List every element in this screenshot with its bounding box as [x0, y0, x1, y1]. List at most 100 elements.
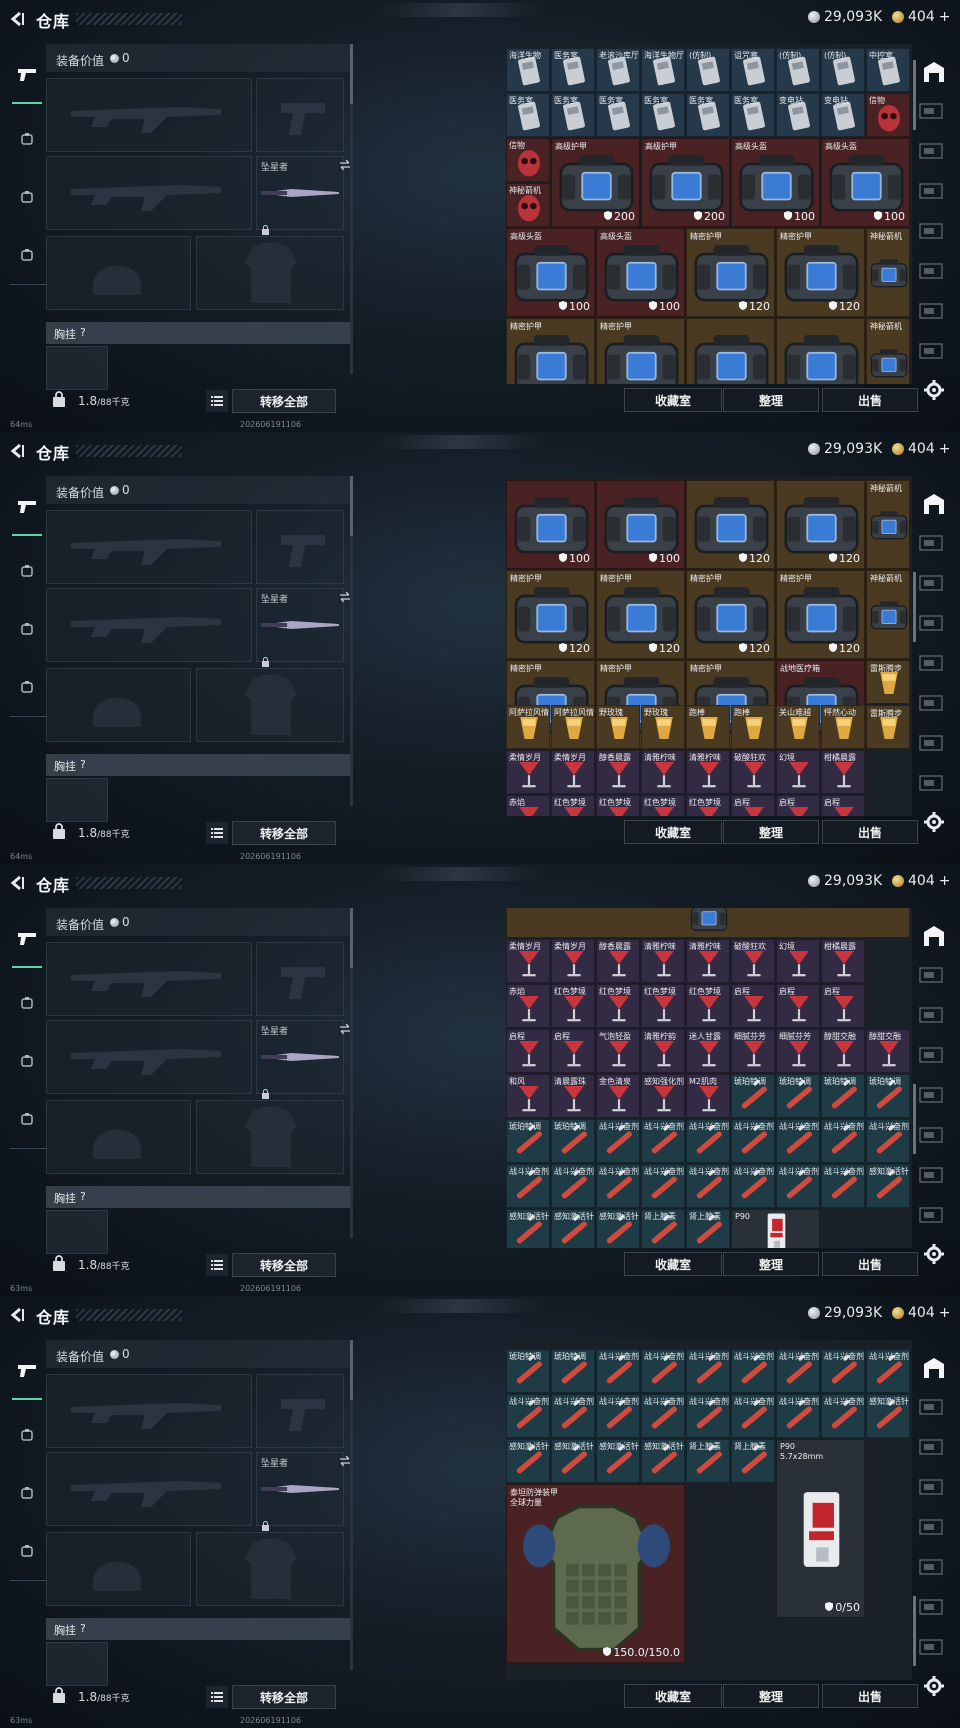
sort-button[interactable]: 整理: [723, 1684, 819, 1708]
list-view-button[interactable]: [206, 1686, 228, 1708]
inventory-item[interactable]: 战斗兴奋剂: [686, 1348, 730, 1393]
side-menu-icon[interactable]: [918, 1206, 948, 1224]
inventory-item[interactable]: 迷人甘露: [686, 1029, 730, 1073]
inventory-item[interactable]: 启程: [506, 1029, 550, 1073]
sort-button[interactable]: 整理: [723, 388, 819, 412]
inventory-item[interactable]: 精密护甲 120: [776, 228, 865, 317]
inventory-item[interactable]: 高级头盔 100: [506, 228, 595, 317]
side-menu-icon[interactable]: [918, 222, 948, 240]
inventory-item[interactable]: 精密护甲 120: [686, 228, 775, 317]
inventory-item[interactable]: 清雅柠味: [686, 939, 730, 983]
inventory-item[interactable]: 战斗兴奋剂: [731, 1348, 775, 1393]
inventory-item[interactable]: 肾上腺素: [731, 1438, 775, 1483]
sort-button[interactable]: 整理: [723, 1252, 819, 1276]
inventory-item[interactable]: 柔情岁月: [506, 750, 550, 794]
inventory-item[interactable]: 神秘箭机: [866, 570, 910, 659]
inventory-item[interactable]: 醇甜交融: [866, 1029, 910, 1073]
storage-icon[interactable]: [922, 1356, 946, 1380]
inventory-item[interactable]: 醇甜交融: [821, 1029, 865, 1073]
inventory-item[interactable]: 医务室: [731, 93, 775, 137]
inventory-item[interactable]: 怦然心动: [821, 705, 865, 749]
side-menu-icon[interactable]: [918, 654, 948, 672]
inventory-item[interactable]: 战斗兴奋剂: [821, 1393, 865, 1438]
inventory-item[interactable]: 醇香晨露: [596, 939, 640, 983]
collection-button[interactable]: 收藏室: [624, 820, 722, 844]
inventory-item[interactable]: 肾上腺素: [686, 1209, 730, 1248]
inventory-item[interactable]: 雷斯腾步: [866, 705, 910, 749]
inventory-item[interactable]: 红色梦境: [641, 984, 685, 1028]
inventory-item[interactable]: 战斗兴奋剂: [821, 1164, 865, 1208]
inventory-item[interactable]: 金色清泉: [596, 1074, 640, 1118]
inventory-item[interactable]: 琥珀特调: [731, 1074, 775, 1118]
inventory-item[interactable]: 细腻芬芳: [731, 1029, 775, 1073]
inventory-item[interactable]: 气泡轻盈: [596, 1029, 640, 1073]
inventory-item[interactable]: 清雅柠味: [641, 750, 685, 794]
chest-rig-slot[interactable]: [46, 346, 108, 390]
inventory-item[interactable]: (仿制): [821, 48, 865, 92]
sell-button[interactable]: 出售: [822, 388, 918, 412]
side-menu-icon[interactable]: [918, 574, 948, 592]
list-view-button[interactable]: [206, 822, 228, 844]
inventory-item[interactable]: 战斗兴奋剂: [641, 1164, 685, 1208]
inventory-item[interactable]: 医务室: [596, 93, 640, 137]
side-menu-icon[interactable]: [918, 1438, 948, 1456]
settings-gear-icon[interactable]: [924, 812, 946, 834]
inventory-item[interactable]: 赤焰: [506, 795, 550, 816]
tab-backpack[interactable]: [16, 676, 38, 698]
inventory-item[interactable]: 信物: [866, 93, 910, 137]
inventory-item[interactable]: 泰坦防弹装甲 全球力量 150.0/150.0: [506, 1483, 685, 1663]
primary-weapon-slot[interactable]: [46, 78, 252, 152]
collection-button[interactable]: 收藏室: [624, 388, 722, 412]
inventory-item[interactable]: 和风: [506, 1074, 550, 1118]
side-menu-icon[interactable]: [918, 1598, 948, 1616]
side-menu-icon[interactable]: [918, 1398, 948, 1416]
primary-weapon-slot[interactable]: [46, 942, 252, 1016]
inventory-item[interactable]: 肾上腺素: [686, 1438, 730, 1483]
inventory-item[interactable]: 感知激活针: [596, 1209, 640, 1248]
inventory-scrollbar[interactable]: [913, 572, 916, 642]
inventory-item[interactable]: 战斗兴奋剂: [866, 1348, 910, 1393]
inventory-item[interactable]: [506, 908, 910, 938]
inventory-item[interactable]: 精密护甲 120: [596, 570, 685, 659]
side-menu-icon[interactable]: [918, 342, 948, 360]
inventory-item[interactable]: 战斗兴奋剂: [506, 1393, 550, 1438]
tab-weapons[interactable]: [12, 48, 42, 104]
equipment-scrollbar[interactable]: [350, 476, 353, 806]
helmet-slot[interactable]: [46, 1532, 191, 1606]
inventory-scrollbar[interactable]: [913, 1596, 916, 1666]
tab-backpack[interactable]: [16, 1108, 38, 1130]
sell-button[interactable]: 出售: [822, 1684, 918, 1708]
transfer-all-button[interactable]: 转移全部: [232, 1685, 336, 1709]
gold-add-icon[interactable]: +: [939, 873, 951, 889]
inventory-item[interactable]: 红色梦境: [596, 795, 640, 816]
tab-armor[interactable]: [16, 186, 38, 208]
tab-weapons[interactable]: [12, 1344, 42, 1400]
inventory-item[interactable]: 战斗兴奋剂: [686, 1164, 730, 1208]
inventory-item[interactable]: 启程: [776, 984, 820, 1028]
secondary-weapon-slot[interactable]: [46, 588, 252, 662]
side-menu-icon[interactable]: [918, 734, 948, 752]
inventory-item[interactable]: 醇香晨露: [596, 750, 640, 794]
back-arrow-icon[interactable]: [8, 10, 26, 28]
storage-icon[interactable]: [922, 924, 946, 948]
inventory-item[interactable]: 战斗兴奋剂: [596, 1164, 640, 1208]
inventory-item[interactable]: 清雅柠韵: [641, 1029, 685, 1073]
settings-gear-icon[interactable]: [924, 1244, 946, 1266]
inventory-item[interactable]: 琥珀特调: [506, 1119, 550, 1163]
armor-slot[interactable]: [196, 236, 344, 310]
inventory-item[interactable]: 感知激活针: [506, 1438, 550, 1483]
inventory-item[interactable]: 幻境: [776, 939, 820, 983]
inventory-item[interactable]: 跑棒: [731, 705, 775, 749]
side-menu-icon[interactable]: [918, 1638, 948, 1656]
inventory-item[interactable]: 精密护甲 120: [776, 570, 865, 659]
transfer-all-button[interactable]: 转移全部: [232, 821, 336, 845]
inventory-item[interactable]: 肾上腺素: [641, 1209, 685, 1248]
inventory-item[interactable]: 战斗兴奋剂: [686, 1119, 730, 1163]
side-menu-icon[interactable]: [918, 1558, 948, 1576]
inventory-item[interactable]: 战斗兴奋剂: [776, 1164, 820, 1208]
sell-button[interactable]: 出售: [822, 1252, 918, 1276]
inventory-item[interactable]: 医务室: [686, 93, 730, 137]
inventory-item[interactable]: 高级护甲 200: [551, 138, 640, 227]
help-icon[interactable]: ?: [80, 326, 86, 339]
inventory-item[interactable]: 启程: [551, 1029, 595, 1073]
